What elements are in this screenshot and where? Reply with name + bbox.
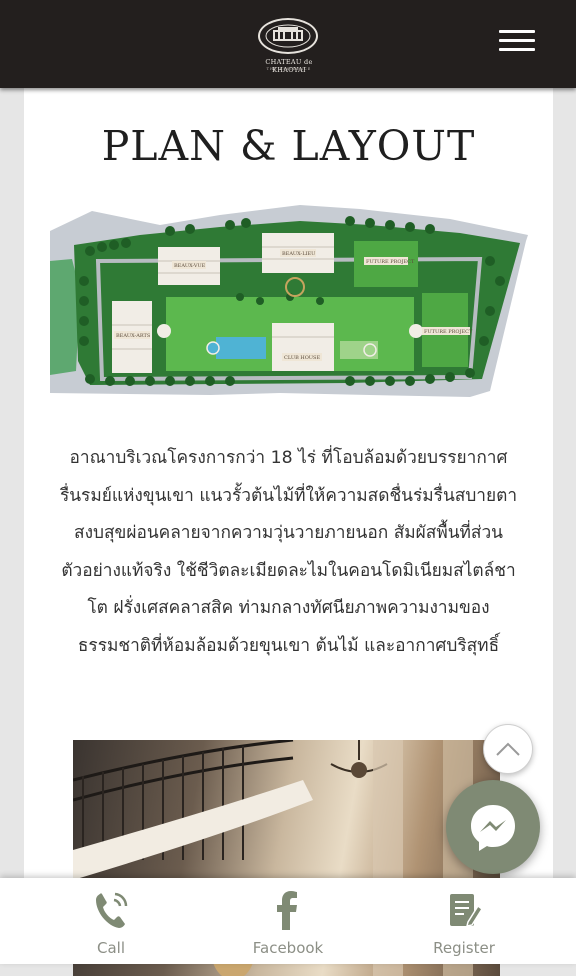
- facebook-button[interactable]: Facebook: [228, 878, 348, 964]
- phone-icon: [96, 892, 128, 928]
- description-text: อาณาบริเวณโครงการกว่า 18 ไร่ ที่โอบล้อมด…: [42, 440, 535, 665]
- logo-name: CHATEAU de KHAOYAI: [265, 58, 313, 74]
- call-label: Call: [96, 939, 125, 957]
- hamburger-menu-icon[interactable]: [499, 28, 535, 54]
- plan-label-beaux-arts: BEAUX-ARTS: [116, 333, 151, 339]
- description-line: โต ฝรั่งเศสคลาสสิค ท่ามกลางทัศนียภาพความ…: [87, 598, 490, 618]
- description-line: ธรรมชาติที่ห้อมล้อมด้วยขุนเขา ต้นไม้ และ…: [77, 635, 500, 656]
- logo-subtitle: THE RESIDENCE: [266, 67, 312, 71]
- description-line: สงบสุขผ่อนคลายจากความวุ่นวายภายนอก สัมผั…: [74, 523, 503, 543]
- plan-label-future-project-1: FUTURE PROJECT: [366, 259, 415, 265]
- description-line: รื่นรมย์แห่งขุนเขา แนวรั้วต้นไม้ที่ให้คว…: [59, 485, 518, 506]
- brand-logo[interactable]: CHATEAU de KHAOYAI THE RESIDENCE: [250, 18, 328, 74]
- register-button[interactable]: Register: [404, 878, 524, 964]
- logo-badge-icon: [258, 18, 318, 54]
- register-label: Register: [433, 939, 495, 957]
- facebook-icon: [277, 891, 297, 930]
- facebook-label: Facebook: [252, 939, 324, 957]
- description-line: ตัวอย่างแท้จริง ใช้ชีวิตละเมียดละไมในคอน…: [61, 560, 516, 581]
- plan-label-future-project-2: FUTURE PROJECT: [424, 329, 473, 335]
- register-form-icon: [450, 894, 484, 927]
- bottom-action-bar: Call Facebook Register: [0, 878, 576, 964]
- description-line: อาณาบริเวณโครงการกว่า 18 ไร่ ที่โอบล้อมด…: [69, 448, 508, 468]
- scroll-to-top-button[interactable]: [483, 724, 533, 774]
- site-plan-image: BEAUX-VUE BEAUX-LIEU FUTURE PROJECT FUTU…: [50, 205, 528, 397]
- messenger-chat-button[interactable]: [446, 780, 540, 874]
- call-button[interactable]: Call: [51, 878, 171, 964]
- chevron-up-icon: [496, 742, 520, 756]
- top-header: CHATEAU de KHAOYAI THE RESIDENCE: [0, 0, 576, 88]
- messenger-icon: [471, 805, 515, 851]
- plan-label-beaux-lieu: BEAUX-LIEU: [282, 251, 315, 257]
- page-title: PLAN & LAYOUT: [101, 122, 476, 170]
- plan-label-beaux-vue: BEAUX-VUE: [174, 263, 206, 269]
- plan-label-club-house: CLUB HOUSE: [284, 355, 320, 361]
